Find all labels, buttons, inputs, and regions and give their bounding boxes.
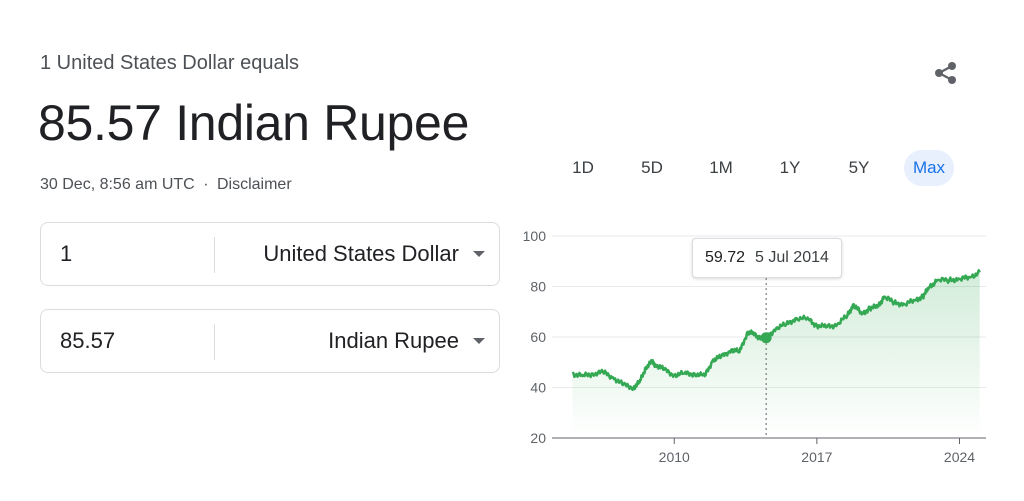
chart-tooltip: 59.72 5 Jul 2014: [692, 238, 842, 278]
meta-separator: ·: [203, 176, 209, 193]
conversion-subtitle: 1 United States Dollar equals: [40, 52, 300, 74]
disclaimer-link[interactable]: Disclaimer: [217, 176, 292, 193]
x-tick-label: 2024: [944, 449, 975, 465]
field-divider: [214, 324, 215, 360]
from-currency-label: United States Dollar: [263, 241, 459, 266]
converted-value: 85.57 Indian Rupee: [38, 95, 470, 151]
range-tab-5y[interactable]: 5Y: [836, 150, 882, 186]
to-currency-row: Indian Rupee: [40, 309, 500, 373]
to-currency-select[interactable]: Indian Rupee: [328, 310, 485, 372]
tooltip-value: 59.72: [705, 249, 746, 266]
y-tick-label: 100: [523, 228, 547, 244]
timestamp: 30 Dec, 8:56 am UTC: [40, 176, 195, 193]
tooltip-date: 5 Jul 2014: [755, 249, 829, 266]
y-tick-label: 40: [530, 380, 546, 396]
timestamp-line: 30 Dec, 8:56 am UTC · Disclaimer: [40, 176, 292, 194]
dropdown-arrow-icon: [473, 338, 485, 344]
to-amount-input[interactable]: [60, 324, 210, 358]
from-amount-input[interactable]: [60, 237, 210, 271]
dropdown-arrow-icon: [473, 251, 485, 257]
field-divider: [214, 237, 215, 273]
y-tick-label: 60: [530, 329, 546, 345]
share-button[interactable]: [928, 56, 964, 92]
y-tick-label: 20: [530, 430, 546, 446]
share-icon: [935, 62, 956, 84]
hover-point: [760, 332, 772, 344]
from-currency-select[interactable]: United States Dollar: [263, 223, 485, 285]
range-tab-5d[interactable]: 5D: [629, 150, 675, 186]
x-tick-label: 2010: [659, 449, 690, 465]
chart-area-fill: [572, 270, 980, 438]
range-tab-1d[interactable]: 1D: [560, 150, 606, 186]
range-tab-1m[interactable]: 1M: [698, 150, 744, 186]
x-tick-label: 2017: [801, 449, 832, 465]
y-tick-label: 80: [530, 279, 546, 295]
from-currency-row: United States Dollar: [40, 222, 500, 286]
range-tab-max[interactable]: Max: [904, 150, 954, 186]
to-currency-label: Indian Rupee: [328, 328, 459, 353]
range-tab-1y[interactable]: 1Y: [767, 150, 813, 186]
